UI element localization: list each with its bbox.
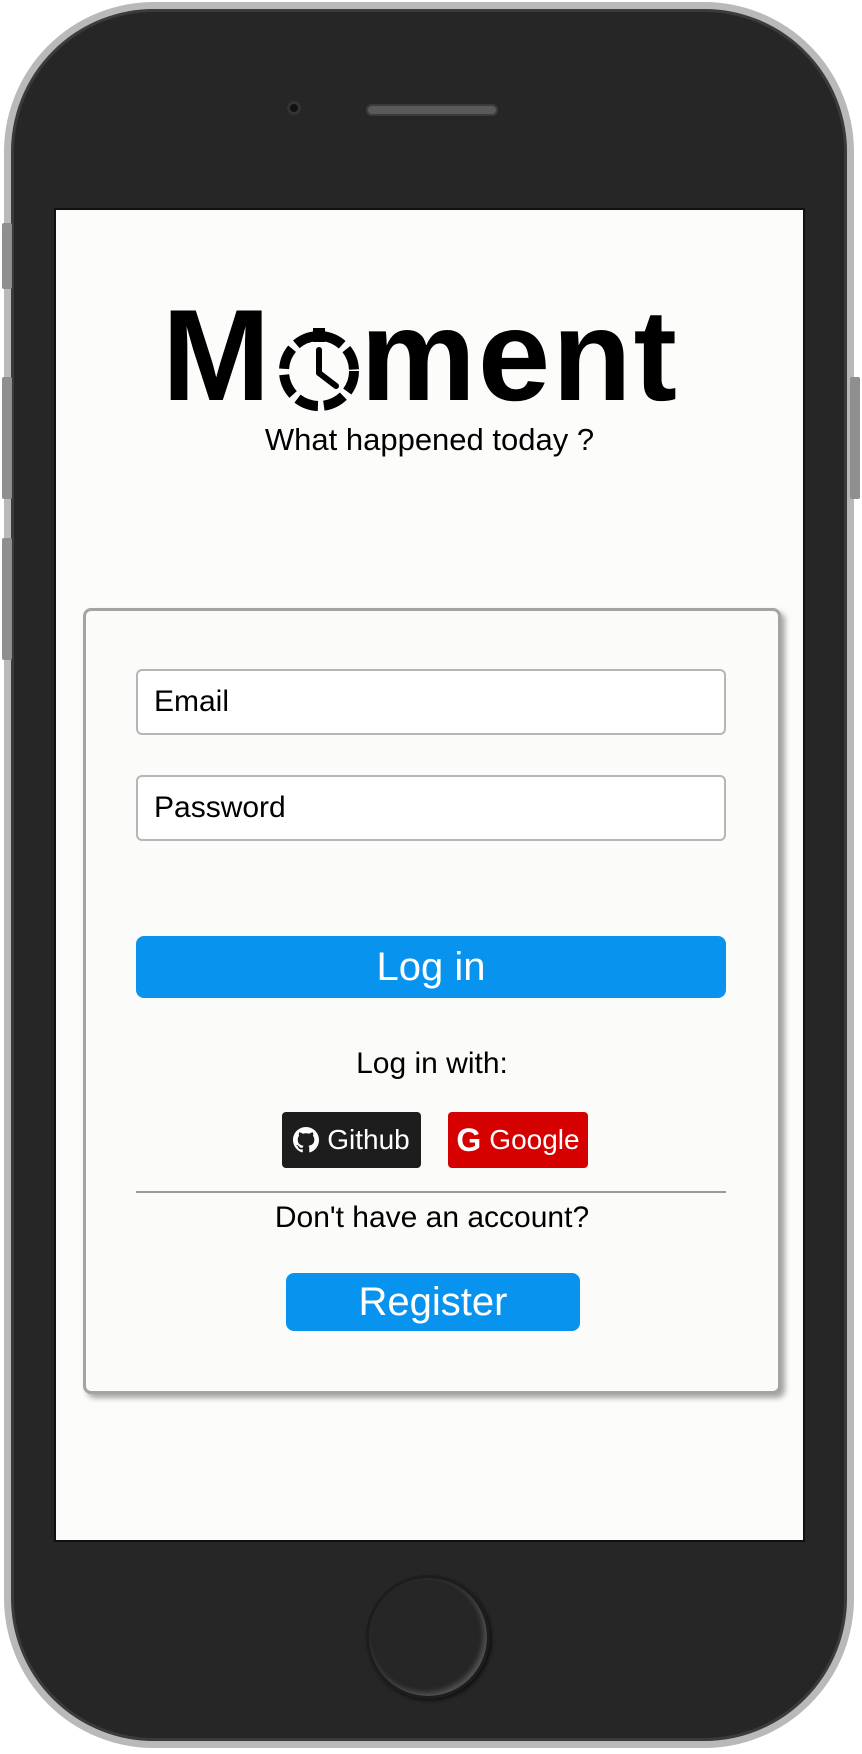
- no-account-text: Don't have an account?: [274, 1201, 590, 1234]
- mute-switch: [2, 223, 12, 289]
- github-label: Github: [327, 1124, 410, 1155]
- google-label: Google: [489, 1124, 580, 1155]
- register-button[interactable]: Register: [286, 1273, 580, 1331]
- front-camera: [287, 101, 301, 115]
- app-tagline: What happened today ?: [264, 422, 595, 457]
- login-with-label: Log in with:: [356, 1047, 508, 1080]
- logo-text-m: M: [162, 282, 273, 428]
- logo-text-ment: ment: [360, 282, 679, 428]
- clock-icon: [276, 310, 362, 411]
- password-field[interactable]: [136, 775, 726, 841]
- google-icon: G: [456, 1122, 482, 1158]
- volume-up-button: [2, 377, 12, 499]
- power-button: [850, 377, 860, 499]
- earpiece-speaker: [366, 104, 498, 116]
- google-login-button[interactable]: G Google: [448, 1112, 588, 1168]
- app-screen: M ment What happened today ? Log in Log …: [54, 208, 805, 1542]
- email-field[interactable]: [136, 669, 726, 735]
- volume-down-button: [2, 538, 12, 660]
- github-icon: [293, 1127, 320, 1153]
- login-card: Log in Log in with: Github G Google Don'…: [83, 608, 781, 1394]
- home-button[interactable]: [366, 1575, 490, 1699]
- github-login-button[interactable]: Github: [282, 1112, 421, 1168]
- divider: [136, 1191, 726, 1193]
- login-button[interactable]: Log in: [136, 936, 726, 998]
- app-logo: M ment: [162, 282, 702, 428]
